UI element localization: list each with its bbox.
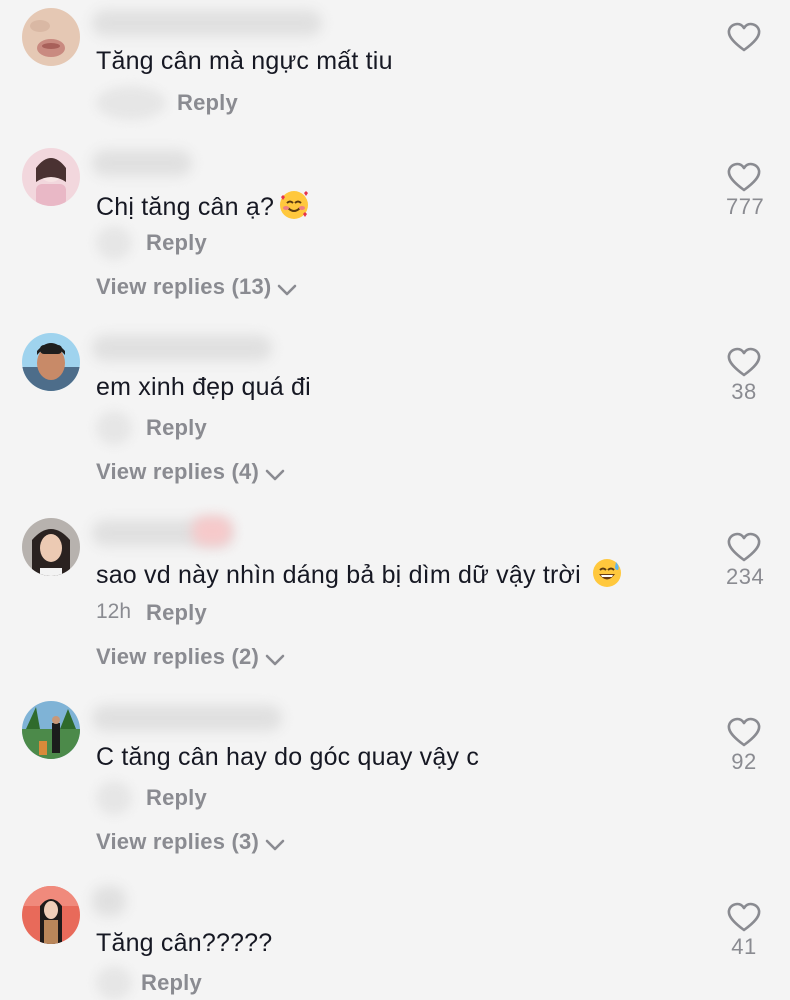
heart-icon <box>727 902 761 932</box>
blurred-avatar <box>96 411 132 445</box>
view-replies-button[interactable]: View replies (3) <box>96 829 285 855</box>
username-blurred <box>92 886 126 916</box>
avatar[interactable] <box>22 886 80 944</box>
blurred-avatar <box>96 966 132 1000</box>
chevron-down-icon <box>278 284 297 296</box>
heart-icon <box>727 347 761 377</box>
comment-text: C tăng cân hay do góc quay vậy c <box>96 743 480 771</box>
like-count: 38 <box>731 379 757 404</box>
heart-icon <box>727 532 761 562</box>
avatar[interactable] <box>22 518 80 576</box>
comment-text: Tăng cân mà ngực mất tiu <box>96 47 393 75</box>
comment-time: 12h <box>96 600 132 623</box>
username-blurred <box>92 335 272 361</box>
blurred-avatar <box>96 781 132 815</box>
like-button[interactable]: 41 <box>726 902 762 960</box>
view-replies-button[interactable]: View replies (4) <box>96 459 285 485</box>
comment-text-content: Chị tăng cân ạ? <box>96 193 275 221</box>
username-blurred <box>92 10 322 36</box>
chevron-down-icon <box>265 654 285 666</box>
grinning-face-with-sweat-icon <box>592 559 621 587</box>
comment-text: Chị tăng cân ạ? <box>96 189 310 222</box>
reply-button[interactable]: Reply <box>141 970 202 996</box>
reply-button[interactable]: Reply <box>177 90 238 116</box>
comment-meta: Reply <box>96 411 296 445</box>
comment-text-content: sao vd này nhìn dáng bả bị dìm dữ vậy tr… <box>96 561 581 589</box>
username-blurred <box>192 516 232 546</box>
view-replies-label: View replies (2) <box>96 644 259 669</box>
like-button[interactable]: 234 <box>726 532 765 590</box>
avatar[interactable] <box>22 8 80 66</box>
reply-button[interactable]: Reply <box>146 600 207 626</box>
comment-meta: Reply <box>96 86 296 120</box>
reply-button[interactable]: Reply <box>146 230 207 256</box>
like-button[interactable]: 92 <box>726 717 762 775</box>
reply-button[interactable]: Reply <box>146 785 207 811</box>
comment-meta: Reply <box>96 781 296 815</box>
blurred-avatar <box>96 226 132 260</box>
like-button[interactable]: 38 <box>726 347 762 405</box>
like-count: 234 <box>726 564 765 589</box>
avatar[interactable] <box>22 148 80 206</box>
avatar[interactable] <box>22 333 80 391</box>
comment-meta: Reply <box>96 226 296 260</box>
view-replies-button[interactable]: View replies (13) <box>96 274 297 300</box>
view-replies-label: View replies (13) <box>96 274 272 299</box>
view-replies-label: View replies (3) <box>96 829 259 854</box>
view-replies-button[interactable]: View replies (2) <box>96 644 285 670</box>
comment-text: em xinh đẹp quá đi <box>96 373 311 401</box>
comment-text: Tăng cân????? <box>96 929 273 957</box>
view-replies-label: View replies (4) <box>96 459 259 484</box>
smiling-face-with-hearts-icon <box>280 191 309 219</box>
like-button[interactable] <box>726 22 762 52</box>
heart-icon <box>727 162 761 192</box>
avatar[interactable] <box>22 701 80 759</box>
blurred-avatar <box>96 86 166 120</box>
like-count: 92 <box>731 749 757 774</box>
comment-meta: Reply <box>96 966 296 1000</box>
heart-icon <box>727 22 761 52</box>
username-blurred <box>92 705 282 731</box>
comment-meta: 12h Reply <box>96 598 296 628</box>
heart-icon <box>727 717 761 747</box>
comment-text: sao vd này nhìn dáng bả bị dìm dữ vậy tr… <box>96 557 623 590</box>
like-count: 777 <box>726 194 765 219</box>
chevron-down-icon <box>265 469 285 481</box>
username-blurred <box>92 150 192 176</box>
chevron-down-icon <box>265 839 285 851</box>
like-count: 41 <box>731 934 757 959</box>
like-button[interactable]: 777 <box>726 162 765 220</box>
reply-button[interactable]: Reply <box>146 415 207 441</box>
